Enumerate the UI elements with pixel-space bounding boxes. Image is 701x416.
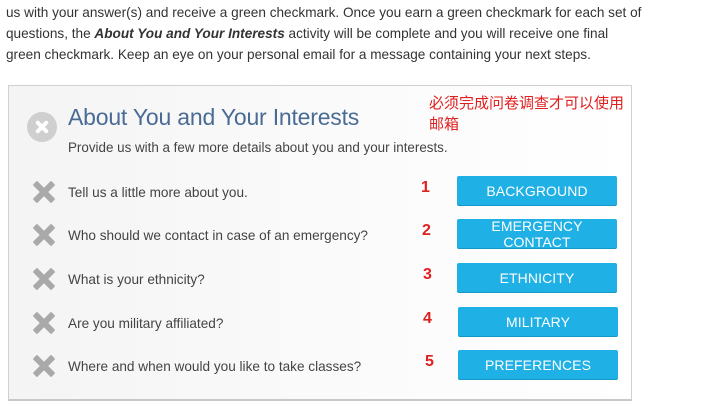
ethnicity-button[interactable]: ETHNICITY — [457, 263, 617, 292]
annotation-notice: 必须完成问卷调查才可以使用邮箱 — [429, 94, 625, 133]
x-icon — [33, 355, 55, 377]
annotation-number: 4 — [423, 310, 432, 327]
annotation-number: 5 — [425, 353, 434, 370]
question-row-ethnicity: What is your ethnicity? 3 ETHNICITY — [9, 260, 633, 300]
intro-emphasis: About You and Your Interests — [94, 26, 285, 41]
emergency-contact-button[interactable]: EMERGENCY CONTACT — [457, 218, 617, 250]
annotation-number: 1 — [421, 179, 430, 196]
question-text: Are you military affiliated? — [68, 316, 224, 331]
x-icon — [33, 224, 55, 246]
panel-title: About You and Your Interests — [68, 104, 360, 130]
about-you-panel: About You and Your Interests Provide us … — [8, 85, 632, 401]
panel-subtitle: Provide us with a few more details about… — [68, 140, 448, 155]
question-row-military: Are you military affiliated? 4 MILITARY — [9, 304, 633, 344]
question-row-background: Tell us a little more about you. 1 BACKG… — [9, 173, 633, 213]
question-text: Where and when would you like to take cl… — [68, 359, 362, 374]
x-icon — [33, 312, 55, 334]
question-row-emergency-contact: Who should we contact in case of an emer… — [9, 216, 633, 256]
intro-paragraph: us with your answer(s) and receive a gre… — [6, 2, 646, 65]
x-circle-icon — [27, 112, 57, 142]
question-row-preferences: Where and when would you like to take cl… — [9, 347, 633, 387]
background-button[interactable]: BACKGROUND — [457, 176, 617, 205]
preferences-button[interactable]: PREFERENCES — [458, 350, 618, 379]
annotation-number: 2 — [422, 222, 431, 239]
question-text: Tell us a little more about you. — [68, 185, 248, 200]
x-icon — [33, 181, 55, 203]
annotation-number: 3 — [423, 266, 432, 283]
x-icon — [33, 268, 55, 290]
military-button[interactable]: MILITARY — [458, 307, 618, 336]
question-text: What is your ethnicity? — [68, 272, 205, 287]
question-text: Who should we contact in case of an emer… — [68, 228, 368, 243]
